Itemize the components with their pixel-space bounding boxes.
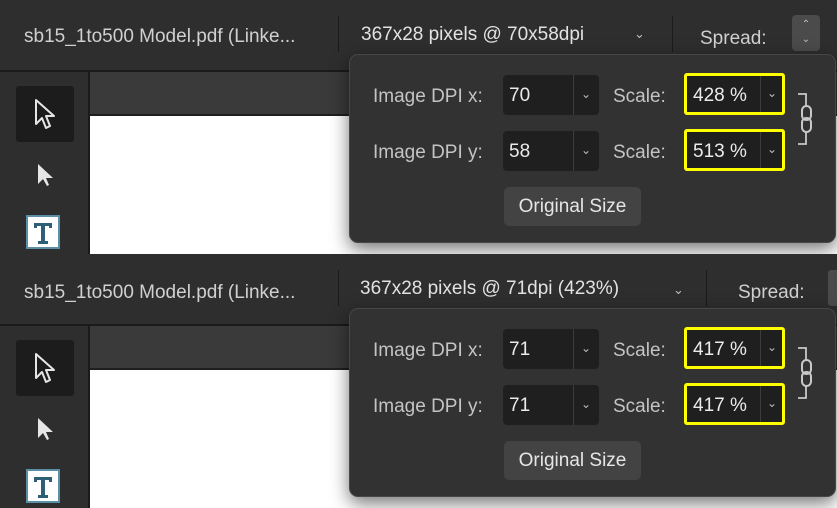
scale-y-field[interactable]: 417 % ⌄ bbox=[684, 383, 785, 425]
spread-stepper-partial[interactable] bbox=[828, 270, 837, 306]
linked-document-name[interactable]: sb15_1to500 Model.pdf (Linke... bbox=[24, 26, 295, 48]
dpi-x-field[interactable]: 70 ⌄ bbox=[503, 75, 599, 115]
chain-link-icon[interactable] bbox=[797, 347, 819, 399]
scale-x-label: Scale: bbox=[613, 86, 666, 107]
scale-y-label: Scale: bbox=[613, 396, 666, 417]
toolbar-separator bbox=[338, 16, 339, 52]
pixel-info-dropdown[interactable]: 367x28 pixels @ 70x58dpi bbox=[361, 24, 584, 46]
field-divider bbox=[573, 75, 574, 115]
original-size-button[interactable]: Original Size bbox=[504, 187, 641, 226]
move-tool-arrow-icon bbox=[35, 353, 55, 383]
move-tool-button[interactable] bbox=[16, 340, 74, 396]
chevron-down-icon[interactable]: ⌄ bbox=[673, 282, 684, 298]
scale-x-field[interactable]: 428 % ⌄ bbox=[684, 73, 785, 115]
field-divider bbox=[760, 76, 761, 112]
node-tool-arrow-icon bbox=[38, 164, 53, 186]
field-divider bbox=[760, 386, 761, 422]
dpi-x-label: Image DPI x: bbox=[373, 86, 483, 107]
pixel-info-dropdown[interactable]: 367x28 pixels @ 71dpi (423%) bbox=[360, 278, 619, 300]
text-frame-tool-button[interactable] bbox=[25, 468, 61, 504]
dpi-x-value: 70 bbox=[509, 85, 531, 106]
spread-label: Spread: bbox=[700, 28, 767, 49]
dpi-y-field[interactable]: 58 ⌄ bbox=[503, 131, 599, 171]
dpi-y-label: Image DPI y: bbox=[373, 396, 483, 417]
dpi-popover: Image DPI x: 70 ⌄ Scale: 428 % ⌄ Image D… bbox=[349, 54, 836, 243]
chevron-down-icon[interactable]: ⌄ bbox=[767, 396, 777, 410]
toolbar-separator bbox=[672, 16, 673, 52]
scale-y-value: 417 % bbox=[693, 395, 747, 416]
text-frame-tool-icon bbox=[26, 215, 60, 249]
field-divider bbox=[573, 385, 574, 425]
field-divider bbox=[760, 330, 761, 366]
toolbar-separator bbox=[338, 270, 339, 306]
toolbar-separator bbox=[706, 270, 707, 306]
dpi-x-label: Image DPI x: bbox=[373, 340, 483, 361]
spread-label: Spread: bbox=[738, 282, 805, 303]
context-toolbar-panel-bottom: sb15_1to500 Model.pdf (Linke... 367x28 p… bbox=[0, 254, 837, 508]
up-down-stepper-icon[interactable]: ⌃ ⌄ bbox=[792, 15, 820, 51]
scale-y-value: 513 % bbox=[693, 141, 747, 162]
text-frame-tool-icon bbox=[26, 469, 60, 503]
node-tool-button[interactable] bbox=[30, 160, 60, 188]
node-tool-button[interactable] bbox=[30, 414, 60, 442]
dpi-y-label: Image DPI y: bbox=[373, 142, 483, 163]
field-divider bbox=[573, 131, 574, 171]
chevron-down-icon[interactable]: ⌄ bbox=[581, 397, 591, 411]
scale-x-field[interactable]: 417 % ⌄ bbox=[684, 327, 785, 369]
chevron-down-icon[interactable]: ⌄ bbox=[581, 143, 591, 157]
linked-document-name[interactable]: sb15_1to500 Model.pdf (Linke... bbox=[24, 282, 295, 304]
scale-y-field[interactable]: 513 % ⌄ bbox=[684, 129, 785, 171]
chain-link-icon[interactable] bbox=[797, 93, 819, 145]
field-divider bbox=[573, 329, 574, 369]
scale-x-value: 428 % bbox=[693, 85, 747, 106]
chevron-down-icon[interactable]: ⌄ bbox=[581, 87, 591, 101]
chevron-down-icon[interactable]: ⌄ bbox=[767, 86, 777, 100]
scale-y-label: Scale: bbox=[613, 142, 666, 163]
chevron-down-icon[interactable]: ⌄ bbox=[767, 142, 777, 156]
chevron-down-icon[interactable]: ⌄ bbox=[767, 340, 777, 354]
dpi-x-value: 71 bbox=[509, 339, 531, 360]
dpi-y-value: 58 bbox=[509, 141, 531, 162]
scale-x-value: 417 % bbox=[693, 339, 747, 360]
text-frame-tool-button[interactable] bbox=[25, 214, 61, 250]
chevron-down-icon[interactable]: ⌄ bbox=[634, 26, 645, 42]
move-tool-button[interactable] bbox=[16, 86, 74, 142]
dpi-y-value: 71 bbox=[509, 395, 531, 416]
move-tool-arrow-icon bbox=[35, 99, 55, 129]
scale-x-label: Scale: bbox=[613, 340, 666, 361]
context-toolbar-panel-top: sb15_1to500 Model.pdf (Linke... 367x28 p… bbox=[0, 0, 837, 254]
original-size-button[interactable]: Original Size bbox=[504, 441, 641, 480]
dpi-y-field[interactable]: 71 ⌄ bbox=[503, 385, 599, 425]
dpi-x-field[interactable]: 71 ⌄ bbox=[503, 329, 599, 369]
node-tool-arrow-icon bbox=[38, 418, 53, 440]
dpi-popover: Image DPI x: 71 ⌄ Scale: 417 % ⌄ Image D… bbox=[349, 308, 836, 497]
chevron-down-icon[interactable]: ⌄ bbox=[581, 341, 591, 355]
field-divider bbox=[760, 132, 761, 168]
